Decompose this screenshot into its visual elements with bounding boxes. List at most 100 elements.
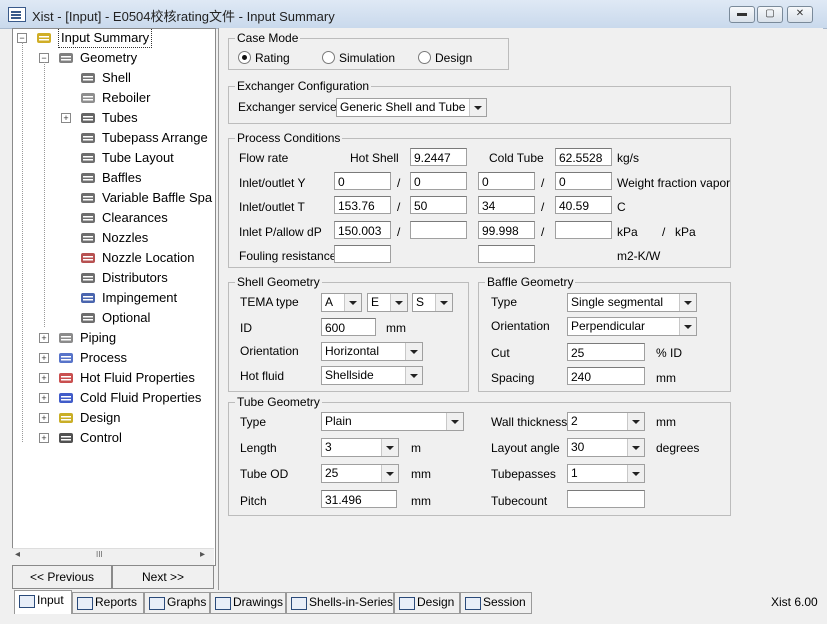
expand-icon[interactable]: + — [39, 433, 49, 443]
baffle-type-value: Single segmental — [571, 295, 664, 309]
tema-rear-dropdown[interactable]: S — [412, 293, 453, 312]
y-unit: Weight fraction vapor — [617, 176, 731, 190]
tab-design[interactable]: Design — [394, 592, 460, 614]
tube-length-dropdown[interactable]: 3 — [321, 438, 399, 457]
expand-icon[interactable]: + — [39, 333, 49, 343]
simulation-radio[interactable] — [322, 51, 335, 64]
tree-node-tube-layout[interactable]: Tube Layout — [13, 149, 213, 167]
expand-icon[interactable]: + — [39, 413, 49, 423]
expand-icon[interactable]: + — [39, 393, 49, 403]
tree-node-tubes[interactable]: + Tubes — [13, 109, 213, 127]
shell-orientation-label: Orientation — [240, 344, 299, 358]
cold-y-in-input[interactable]: 0 — [478, 172, 535, 190]
tema-shell-dropdown[interactable]: E — [367, 293, 408, 312]
scroll-left-icon[interactable]: ◂ — [15, 549, 20, 560]
tube-od-dropdown[interactable]: 25 — [321, 464, 399, 483]
wall-thickness-dropdown[interactable]: 2 — [567, 412, 645, 431]
tubecount-input[interactable] — [567, 490, 645, 508]
tree-node-optional[interactable]: Optional — [13, 309, 213, 327]
tree-node-variable-baffle-spa[interactable]: Variable Baffle Spa — [13, 189, 213, 207]
cold-t-in-input[interactable]: 34 — [478, 196, 535, 214]
chevron-down-icon — [679, 318, 696, 335]
hot-y-in-input[interactable]: 0 — [334, 172, 391, 190]
tree-horizontal-scrollbar[interactable]: ◂ III ▸ — [12, 548, 214, 565]
chevron-down-icon — [405, 367, 422, 384]
navigation-tree[interactable]: − Input Summary − Geometry Shell Reboiler + Tub… — [12, 28, 216, 566]
tree-node-tubepass-arrange[interactable]: Tubepass Arrange — [13, 129, 213, 147]
hot-fouling-input[interactable] — [334, 245, 391, 263]
close-button[interactable]: ✕ — [787, 6, 813, 23]
hot-t-out-input[interactable]: 50 — [410, 196, 467, 214]
flow-rate-label: Flow rate — [239, 151, 289, 165]
previous-button[interactable]: << Previous — [12, 565, 112, 589]
hot-fluid-dropdown[interactable]: Shellside — [321, 366, 423, 385]
cold-fouling-input[interactable] — [478, 245, 535, 263]
scroll-right-icon[interactable]: ▸ — [200, 549, 205, 560]
hot-p-dp-input[interactable] — [410, 221, 467, 239]
tree-node-shell[interactable]: Shell — [13, 69, 213, 87]
shell-orientation-dropdown[interactable]: Horizontal — [321, 342, 423, 361]
expand-icon[interactable]: + — [61, 113, 71, 123]
title-bar: Xist - [Input] - E0504校核rating文件 - Input… — [0, 0, 827, 29]
tree-node-control[interactable]: + Control — [13, 429, 213, 447]
tree-node-distributors[interactable]: Distributors — [13, 269, 213, 287]
tree-node-input-summary[interactable]: − Input Summary — [13, 29, 213, 48]
tree-node-process[interactable]: + Process — [13, 349, 213, 367]
chevron-down-icon — [405, 343, 422, 360]
chevron-down-icon — [627, 439, 644, 456]
session-tab-icon — [465, 597, 481, 610]
tema-front-value: A — [325, 295, 334, 309]
minimize-button[interactable]: ▬ — [729, 6, 755, 23]
scroll-thumb[interactable]: III — [96, 550, 103, 559]
tree-node-hot-fluid-properties[interactable]: + Hot Fluid Properties — [13, 369, 213, 387]
expand-icon[interactable]: + — [39, 373, 49, 383]
tree-node-clearances[interactable]: Clearances — [13, 209, 213, 227]
tree-node-baffles[interactable]: Baffles — [13, 169, 213, 187]
baffle-orientation-dropdown[interactable]: Perpendicular — [567, 317, 697, 336]
tab-shells-in-series[interactable]: Shells-in-Series — [286, 592, 394, 614]
tab-session[interactable]: Session — [460, 592, 532, 614]
tab-label: Session — [483, 595, 526, 609]
hot-y-out-input[interactable]: 0 — [410, 172, 467, 190]
cold-t-out-input[interactable]: 40.59 — [555, 196, 612, 214]
tubepasses-dropdown[interactable]: 1 — [567, 464, 645, 483]
tree-node-piping[interactable]: + Piping — [13, 329, 213, 347]
pitch-input[interactable]: 31.496 — [321, 490, 397, 508]
rating-radio[interactable] — [238, 51, 251, 64]
cold-p-in-input[interactable]: 99.998 — [478, 221, 535, 239]
design-radio[interactable] — [418, 51, 431, 64]
layout-angle-dropdown[interactable]: 30 — [567, 438, 645, 457]
hot-p-in-input[interactable]: 150.003 — [334, 221, 391, 239]
next-button[interactable]: Next >> — [112, 565, 214, 589]
baffle-cut-input[interactable]: 25 — [567, 343, 645, 361]
tab-drawings[interactable]: Drawings — [210, 592, 286, 614]
tree-node-reboiler[interactable]: Reboiler — [13, 89, 213, 107]
cold-p-dp-input[interactable] — [555, 221, 612, 239]
tab-reports[interactable]: Reports — [72, 592, 144, 614]
shell-id-input[interactable]: 600 — [321, 318, 376, 336]
baffle-spacing-input[interactable]: 240 — [567, 367, 645, 385]
tree-node-label: Impingement — [102, 290, 178, 305]
tab-label: Reports — [95, 595, 138, 609]
tree-node-geometry[interactable]: − Geometry — [13, 49, 213, 67]
tree-node-nozzles[interactable]: Nozzles — [13, 229, 213, 247]
hot-flow-input[interactable]: 9.2447 — [410, 148, 467, 166]
expand-icon[interactable]: + — [39, 353, 49, 363]
maximize-button[interactable]: ▢ — [757, 6, 783, 23]
t-unit: C — [617, 200, 626, 214]
cold-flow-input[interactable]: 62.5528 — [555, 148, 612, 166]
tree-node-impingement[interactable]: Impingement — [13, 289, 213, 307]
tree-node-cold-fluid-properties[interactable]: + Cold Fluid Properties — [13, 389, 213, 407]
baffle-type-dropdown[interactable]: Single segmental — [567, 293, 697, 312]
tree-node-nozzle-location[interactable]: Nozzle Location — [13, 249, 213, 267]
tab-input[interactable]: Input — [14, 590, 72, 614]
hot-shell-label: Hot Shell — [350, 151, 399, 165]
cold-y-out-input[interactable]: 0 — [555, 172, 612, 190]
tube-type-dropdown[interactable]: Plain — [321, 412, 464, 431]
hot-t-in-input[interactable]: 153.76 — [334, 196, 391, 214]
exchanger-service-dropdown[interactable]: Generic Shell and Tube — [336, 98, 487, 117]
tab-graphs[interactable]: Graphs — [144, 592, 210, 614]
chevron-down-icon — [390, 294, 407, 311]
tree-node-design[interactable]: + Design — [13, 409, 213, 427]
tema-front-dropdown[interactable]: A — [321, 293, 362, 312]
